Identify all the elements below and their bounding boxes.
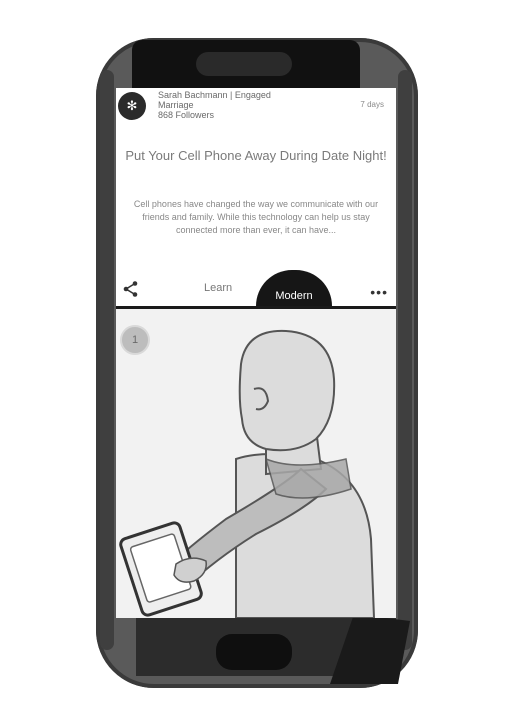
- stage: ✻ Sarah Bachmann | Engaged Marriage 868 …: [0, 0, 509, 720]
- home-button[interactable]: [216, 634, 292, 670]
- head-shape: [238, 329, 336, 452]
- action-bar: Learn Modern •••: [116, 270, 396, 309]
- author-tag: Marriage: [158, 100, 194, 110]
- phone-screen: ✻ Sarah Bachmann | Engaged Marriage 868 …: [116, 88, 396, 618]
- share-icon[interactable]: [122, 280, 140, 298]
- hand-shape: [173, 557, 207, 583]
- phone-side-right: [398, 70, 412, 650]
- tab-modern[interactable]: Modern: [256, 270, 332, 306]
- scarf-shape: [264, 457, 352, 499]
- author-followers: 868 Followers: [158, 110, 215, 120]
- author-info[interactable]: Sarah Bachmann | Engaged Marriage 868 Fo…: [158, 90, 338, 120]
- post-header: ✻ Sarah Bachmann | Engaged Marriage 868 …: [116, 88, 396, 132]
- avatar[interactable]: ✻: [118, 92, 146, 120]
- tab-learn[interactable]: Learn: [204, 282, 232, 294]
- more-icon[interactable]: •••: [370, 284, 388, 300]
- post-illustration[interactable]: 1: [116, 309, 396, 618]
- person-on-phone-illustration: [119, 329, 376, 618]
- avatar-glyph: ✻: [126, 98, 138, 113]
- post-body: Cell phones have changed the way we comm…: [133, 199, 379, 235]
- author-name: Sarah Bachmann | Engaged: [158, 90, 271, 100]
- phone-side-left: [100, 70, 114, 650]
- speaker-grille: [196, 52, 292, 76]
- post-time: 7 days: [360, 100, 384, 109]
- post-title: Put Your Cell Phone Away During Date Nig…: [125, 148, 387, 163]
